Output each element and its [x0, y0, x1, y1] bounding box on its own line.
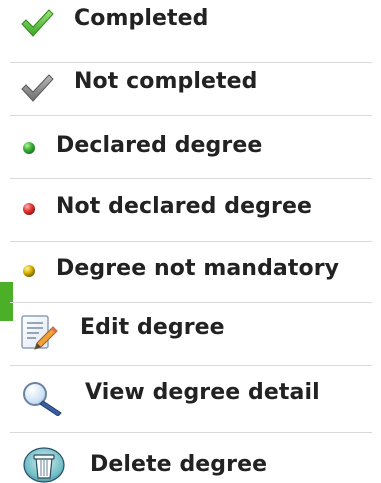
divider [10, 365, 372, 366]
legend-label: Delete degree [90, 452, 268, 477]
degree-legend: Completed Not completed Declared degree … [0, 0, 381, 483]
legend-item-delete-degree: Delete degree [0, 440, 381, 483]
divider [10, 241, 372, 242]
edit-document-icon [21, 315, 58, 350]
legend-label: Not declared degree [56, 194, 312, 219]
legend-item-degree-not-mandatory: Degree not mandatory [0, 250, 381, 292]
legend-item-edit-degree: Edit degree [0, 307, 381, 353]
divider [10, 115, 372, 116]
magnifier-icon [23, 382, 62, 416]
legend-item-not-declared-degree: Not declared degree [0, 188, 381, 230]
divider [10, 62, 372, 63]
green-dot-icon [23, 142, 35, 154]
legend-label: Edit degree [80, 315, 225, 340]
yellow-dot-icon [23, 265, 35, 277]
trash-bin-icon [23, 447, 65, 483]
divider [10, 302, 372, 303]
legend-label: Degree not mandatory [56, 256, 340, 281]
legend-item-view-degree-detail: View degree detail [0, 370, 381, 418]
divider [10, 178, 372, 179]
checkmark-gray-icon [21, 74, 54, 102]
red-dot-icon [23, 203, 35, 215]
legend-label: View degree detail [85, 380, 320, 405]
legend-label: Completed [74, 6, 209, 31]
legend-item-completed: Completed [0, 0, 381, 44]
legend-item-not-completed: Not completed [0, 64, 381, 106]
checkmark-green-icon [21, 9, 54, 37]
legend-item-declared-degree: Declared degree [0, 126, 381, 168]
legend-label: Declared degree [56, 133, 263, 158]
divider [10, 432, 372, 433]
legend-label: Not completed [74, 69, 258, 94]
